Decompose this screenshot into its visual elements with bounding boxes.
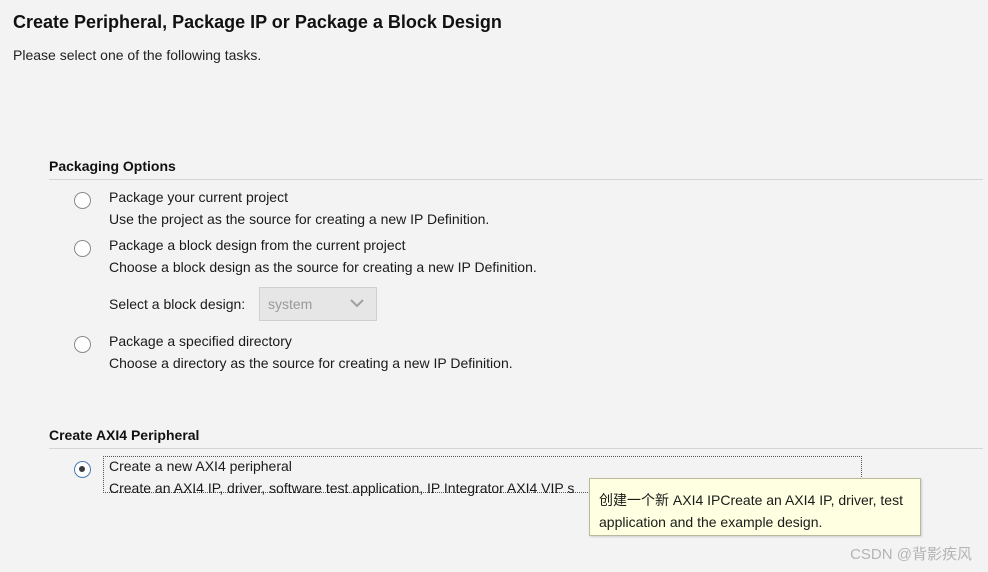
page-title: Create Peripheral, Package IP or Package… — [13, 12, 502, 32]
option-label[interactable]: Package your current project — [109, 189, 288, 205]
block-design-select-label: Select a block design: — [109, 296, 246, 312]
option-label[interactable]: Package a block design from the current … — [109, 237, 406, 253]
create-axi4-peripheral-header: Create AXI4 Peripheral — [49, 427, 200, 443]
option-label[interactable]: Package a specified directory — [109, 333, 292, 349]
option-description: Create an AXI4 IP, driver, software test… — [109, 480, 575, 496]
option-description: Use the project as the source for creati… — [109, 211, 490, 227]
chevron-down-icon — [350, 299, 364, 308]
option-label[interactable]: Create a new AXI4 peripheral — [109, 458, 292, 474]
radio-package-specified-directory[interactable] — [74, 336, 91, 353]
watermark: CSDN @背影疾风 — [850, 546, 972, 563]
packaging-options-divider — [49, 179, 983, 180]
option-description: Choose a directory as the source for cre… — [109, 355, 513, 371]
radio-create-axi4-peripheral[interactable] — [74, 461, 91, 478]
packaging-options-header: Packaging Options — [49, 158, 176, 174]
tooltip-text: 创建一个新 AXI4 IPCreate an AXI4 IP, driver, … — [599, 492, 903, 530]
block-design-select-value: system — [268, 296, 313, 312]
option-description: Choose a block design as the source for … — [109, 259, 537, 275]
radio-package-current-project[interactable] — [74, 192, 91, 209]
page-subtitle: Please select one of the following tasks… — [13, 47, 262, 63]
tooltip: 创建一个新 AXI4 IPCreate an AXI4 IP, driver, … — [589, 478, 921, 536]
block-design-select[interactable]: system — [259, 287, 377, 321]
create-axi4-peripheral-divider — [49, 448, 983, 449]
radio-package-block-design[interactable] — [74, 240, 91, 257]
